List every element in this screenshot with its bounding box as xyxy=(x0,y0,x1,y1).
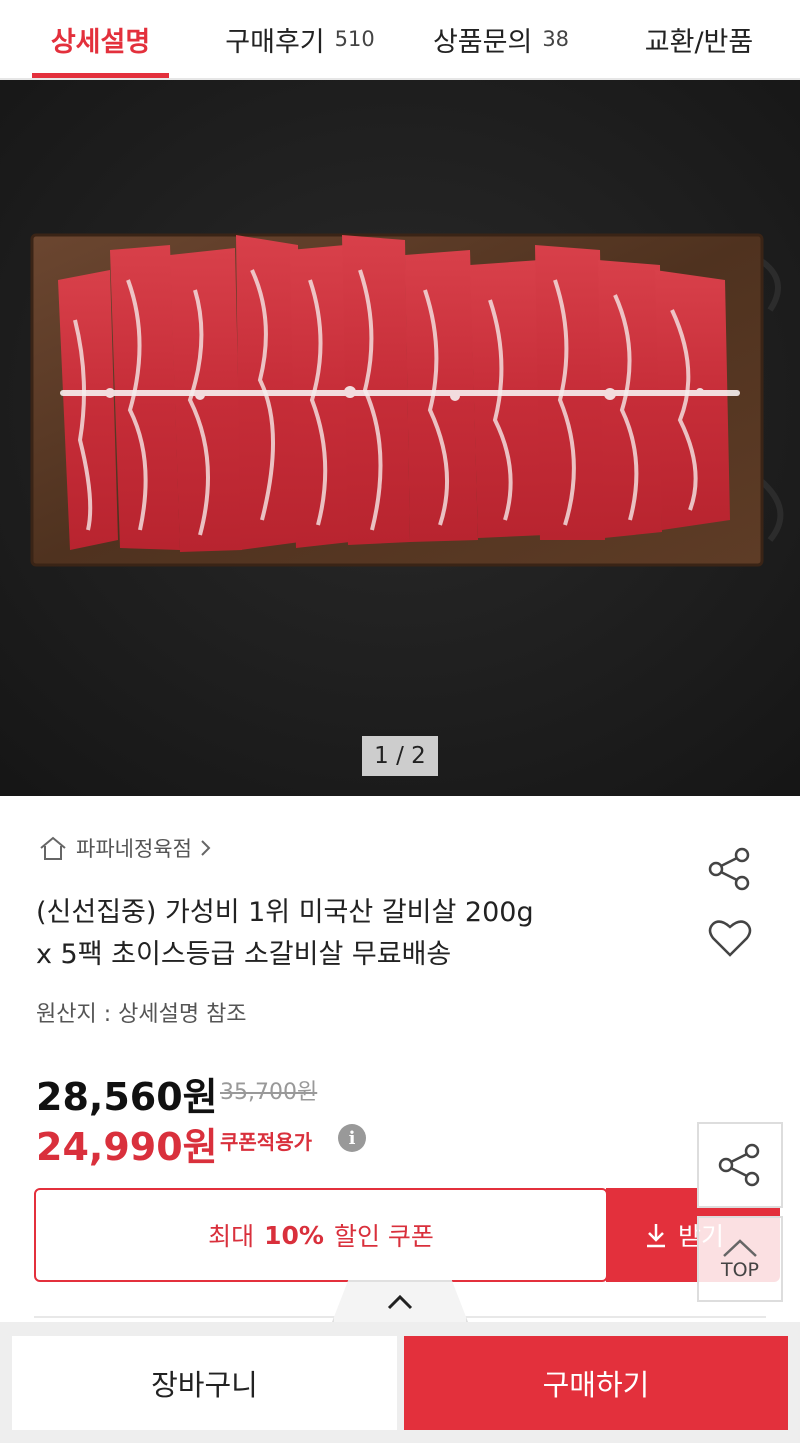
buy-now-button[interactable]: 구매하기 xyxy=(404,1336,788,1430)
coupon-discount: 10% xyxy=(264,1220,324,1250)
tab-description-label: 상세설명 xyxy=(50,26,151,58)
share-button[interactable] xyxy=(706,845,754,897)
scroll-top-button[interactable]: TOP xyxy=(697,1216,783,1302)
heart-icon xyxy=(708,920,752,957)
tab-bar: 상세설명 구매후기 510 상품문의 38 교환/반품 xyxy=(0,0,800,80)
tab-description[interactable]: 상세설명 xyxy=(32,0,169,78)
tab-reviews-count: 510 xyxy=(334,27,375,51)
product-image-carousel[interactable]: 1 / 2 xyxy=(0,80,800,796)
coupon-suffix: 할인 쿠폰 xyxy=(333,1222,434,1251)
sale-price: 28,560원 xyxy=(36,1075,218,1119)
download-icon xyxy=(647,1224,665,1248)
share-icon xyxy=(708,847,750,891)
product-title: (신선집중) 가성비 1위 미국산 갈비살 200g x 5팩 초이스등급 소갈… xyxy=(36,892,676,976)
coupon-price-label: 쿠폰적용가 xyxy=(220,1130,312,1154)
tab-inquiries[interactable]: 상품문의 38 xyxy=(418,0,584,78)
coupon-price: 24,990원 xyxy=(36,1125,218,1169)
wishlist-button[interactable] xyxy=(708,917,752,963)
info-icon[interactable]: i xyxy=(338,1124,366,1152)
tab-reviews-label: 구매후기 xyxy=(225,26,325,58)
tab-inquiries-label: 상품문의 xyxy=(432,26,533,58)
chevron-right-icon xyxy=(201,840,211,856)
tab-exchange-return[interactable]: 교환/반품 xyxy=(626,0,772,78)
product-title-line1: (신선집중) 가성비 1위 미국산 갈비살 200g xyxy=(36,897,534,928)
product-photo xyxy=(0,80,800,796)
chevron-up-icon xyxy=(723,1239,757,1257)
origin-info: 원산지 : 상세설명 참조 xyxy=(36,1002,247,1027)
chevron-up-icon xyxy=(387,1294,413,1310)
add-to-cart-button[interactable]: 장바구니 xyxy=(12,1336,397,1430)
image-page-indicator: 1 / 2 xyxy=(362,736,438,776)
original-price: 35,700원 xyxy=(220,1080,318,1105)
active-tab-indicator xyxy=(32,73,169,78)
tab-exchange-return-label: 교환/반품 xyxy=(644,26,754,58)
share-icon xyxy=(718,1143,760,1187)
scroll-top-label: TOP xyxy=(720,1259,760,1281)
floating-share-button[interactable] xyxy=(697,1122,783,1208)
store-link[interactable]: 파파네정육점 xyxy=(38,832,220,864)
home-icon xyxy=(40,836,66,860)
tab-inquiries-count: 38 xyxy=(542,27,570,51)
store-name: 파파네정육점 xyxy=(76,837,192,861)
expand-options-handle[interactable] xyxy=(332,1280,468,1322)
coupon-banner[interactable]: 최대 10% 할인 쿠폰 xyxy=(34,1188,608,1282)
coupon-prefix: 최대 xyxy=(208,1222,255,1251)
product-title-line2: x 5팩 초이스등급 소갈비살 무료배송 xyxy=(36,939,452,970)
tab-reviews[interactable]: 구매후기 510 xyxy=(210,0,390,78)
